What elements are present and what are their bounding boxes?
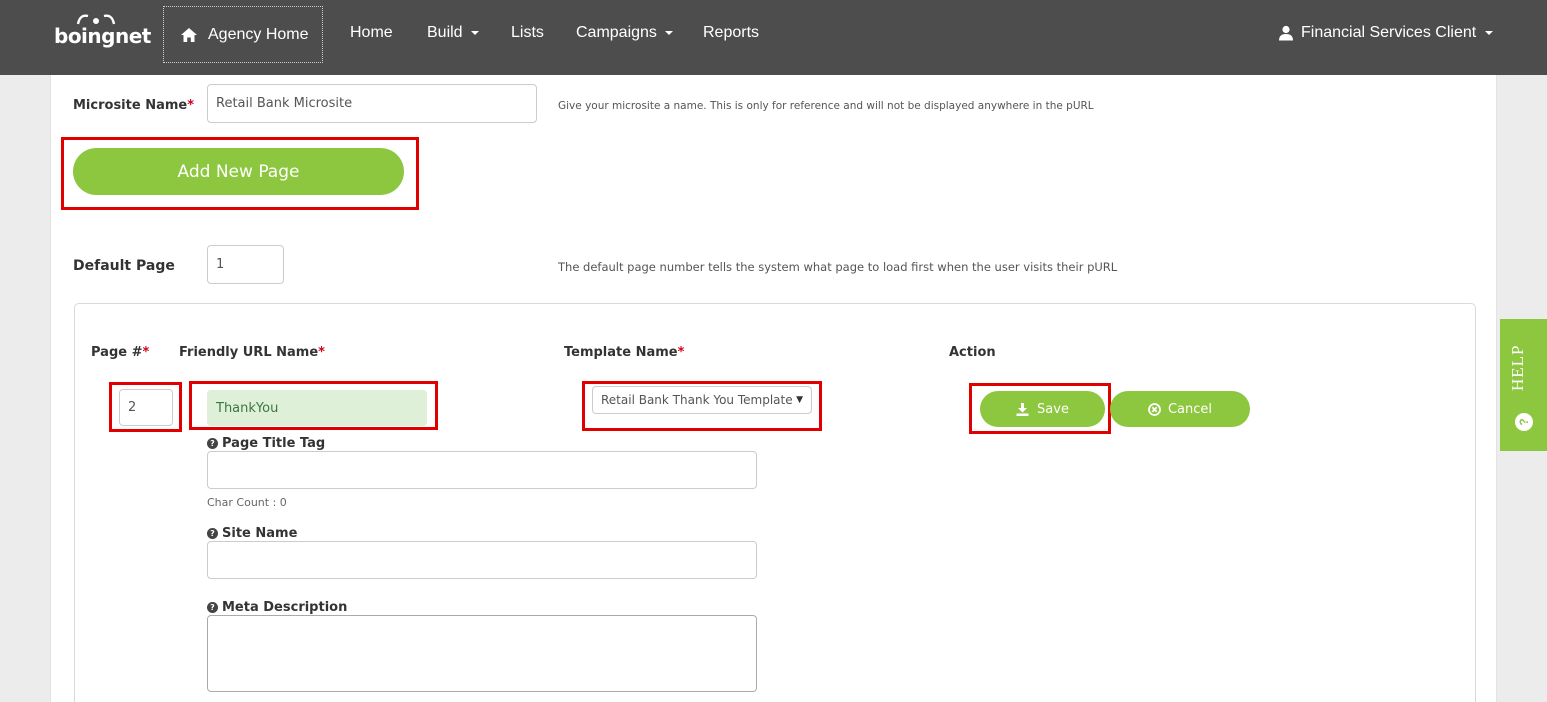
logo-text: boingnet [54, 24, 151, 48]
page-title-tag-text: Page Title Tag [222, 436, 326, 451]
caret-down-icon [1485, 31, 1494, 35]
question-circle-icon: ? [207, 602, 218, 613]
add-new-page-button[interactable]: Add New Page [73, 148, 404, 195]
nav-reports-label: Reports [703, 24, 760, 41]
nav-lists[interactable]: Lists [511, 24, 544, 42]
page-number-value: 2 [128, 400, 137, 415]
nav-reports[interactable]: Reports [703, 24, 759, 42]
meta-description-label: ? Meta Description [207, 600, 347, 615]
nav-home[interactable]: Home [350, 24, 393, 42]
help-label: HELP [1508, 344, 1527, 392]
boingnet-logo[interactable]: boingnet [54, 12, 151, 48]
caret-down-icon [664, 31, 673, 35]
top-navbar: boingnet Agency Home Home Build Lists Ca… [0, 0, 1547, 75]
meta-description-text: Meta Description [222, 600, 348, 615]
required-mark: * [318, 345, 325, 360]
site-name-label: ? Site Name [207, 526, 297, 541]
col-action: Action [949, 345, 996, 360]
col-friendly-url-text: Friendly URL Name [179, 345, 319, 360]
help-tab[interactable]: HELP ? [1500, 319, 1547, 451]
required-mark: * [142, 345, 150, 360]
page-title-tag-label: ? Page Title Tag [207, 436, 325, 451]
template-select[interactable]: Retail Bank Thank You Template ▼ [592, 386, 812, 414]
col-page-number: Page #* [91, 345, 149, 360]
default-page-value: 1 [216, 257, 225, 272]
nav-campaigns-label: Campaigns [576, 24, 657, 41]
add-new-page-label: Add New Page [177, 161, 300, 182]
site-name-text: Site Name [222, 526, 298, 541]
col-page-number-text: Page # [91, 345, 143, 360]
nav-build[interactable]: Build [427, 24, 479, 42]
friendly-url-input[interactable]: ThankYou [207, 390, 427, 426]
required-mark: * [187, 98, 195, 113]
agency-home-label: Agency Home [208, 25, 309, 43]
page-title-tag-input[interactable] [207, 451, 757, 489]
required-mark: * [677, 345, 685, 360]
cancel-button[interactable]: Cancel [1110, 391, 1250, 427]
col-template-name: Template Name* [564, 345, 684, 360]
help-question-icon: ? [1515, 413, 1533, 431]
cancel-label: Cancel [1167, 401, 1213, 417]
nav-campaigns[interactable]: Campaigns [576, 24, 673, 42]
microsite-editor-panel: Microsite Name* Retail Bank Microsite Gi… [50, 75, 1497, 702]
microsite-name-label-text: Microsite Name [73, 98, 188, 113]
page-number-input[interactable]: 2 [119, 389, 173, 426]
col-friendly-url: Friendly URL Name* [179, 345, 325, 360]
user-menu[interactable]: Financial Services Client [1278, 24, 1494, 42]
cancel-circle-icon [1148, 402, 1161, 416]
question-circle-icon: ? [207, 528, 218, 539]
select-arrow-icon: ▼ [796, 395, 803, 405]
default-page-label: Default Page [73, 258, 175, 274]
nav-home-label: Home [350, 24, 393, 41]
agency-home-button[interactable]: Agency Home [163, 6, 323, 63]
home-icon [181, 27, 197, 42]
microsite-name-input[interactable]: Retail Bank Microsite [207, 84, 537, 123]
download-icon [1016, 402, 1029, 416]
site-name-input[interactable] [207, 541, 757, 579]
microsite-name-hint: Give your microsite a name. This is only… [558, 100, 1094, 112]
nav-build-label: Build [427, 24, 463, 41]
col-template-name-text: Template Name [564, 345, 678, 360]
meta-description-textarea[interactable] [207, 615, 757, 692]
nav-lists-label: Lists [511, 24, 544, 41]
user-icon [1279, 25, 1293, 41]
friendly-url-value: ThankYou [216, 400, 279, 416]
caret-down-icon [470, 31, 479, 35]
save-label: Save [1037, 401, 1069, 417]
question-circle-icon: ? [207, 438, 218, 449]
microsite-name-label: Microsite Name* [73, 98, 194, 113]
default-page-hint: The default page number tells the system… [558, 260, 1118, 274]
microsite-name-value: Retail Bank Microsite [216, 96, 353, 111]
default-page-input[interactable]: 1 [207, 245, 284, 284]
save-button[interactable]: Save [980, 391, 1105, 427]
template-select-value: Retail Bank Thank You Template [601, 393, 793, 407]
user-name: Financial Services Client [1301, 24, 1477, 41]
char-count: Char Count : 0 [207, 496, 287, 509]
